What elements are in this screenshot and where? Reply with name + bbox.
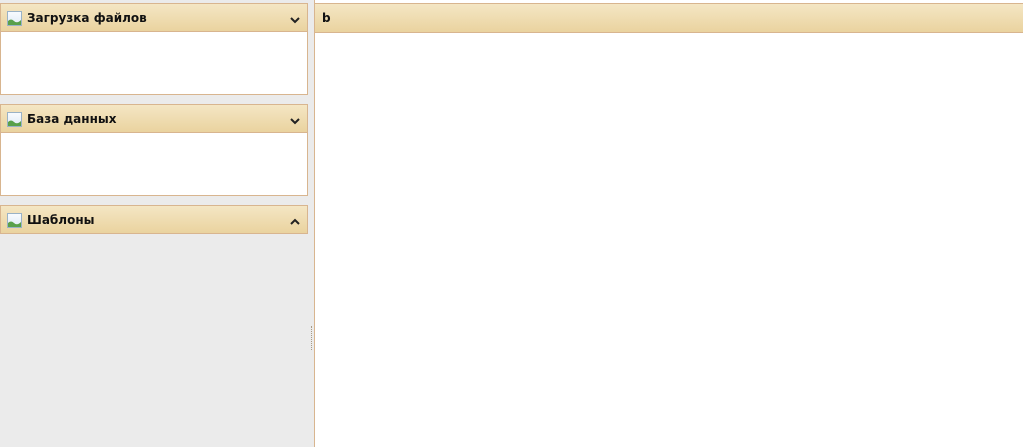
chevron-up-icon[interactable] xyxy=(288,214,302,228)
panel-templates-header[interactable]: Шаблоны xyxy=(0,205,308,234)
sidebar: Загрузка файлов База данных Шаблоны xyxy=(0,0,310,447)
panel-database-body xyxy=(0,133,308,196)
app-window: Загрузка файлов База данных Шаблоны b xyxy=(0,0,1023,447)
panel-templates: Шаблоны xyxy=(0,205,308,234)
panel-file-upload-header[interactable]: Загрузка файлов xyxy=(0,3,308,32)
main-content-area xyxy=(315,33,1023,447)
chevron-down-icon[interactable] xyxy=(288,12,302,26)
panel-database-header[interactable]: База данных xyxy=(0,104,308,133)
panel-file-upload: Загрузка файлов xyxy=(0,3,308,95)
main-header: b xyxy=(315,3,1023,33)
main-pane: b xyxy=(314,0,1023,447)
panel-title: База данных xyxy=(27,112,117,126)
chevron-down-icon[interactable] xyxy=(288,113,302,127)
image-icon xyxy=(7,112,22,127)
image-icon xyxy=(7,11,22,26)
panel-database: База данных xyxy=(0,104,308,196)
grip-icon xyxy=(311,326,313,350)
panel-file-upload-body xyxy=(0,32,308,95)
main-title: b xyxy=(322,11,331,25)
panel-title: Шаблоны xyxy=(27,213,95,227)
image-icon xyxy=(7,213,22,228)
panel-title: Загрузка файлов xyxy=(27,11,147,25)
